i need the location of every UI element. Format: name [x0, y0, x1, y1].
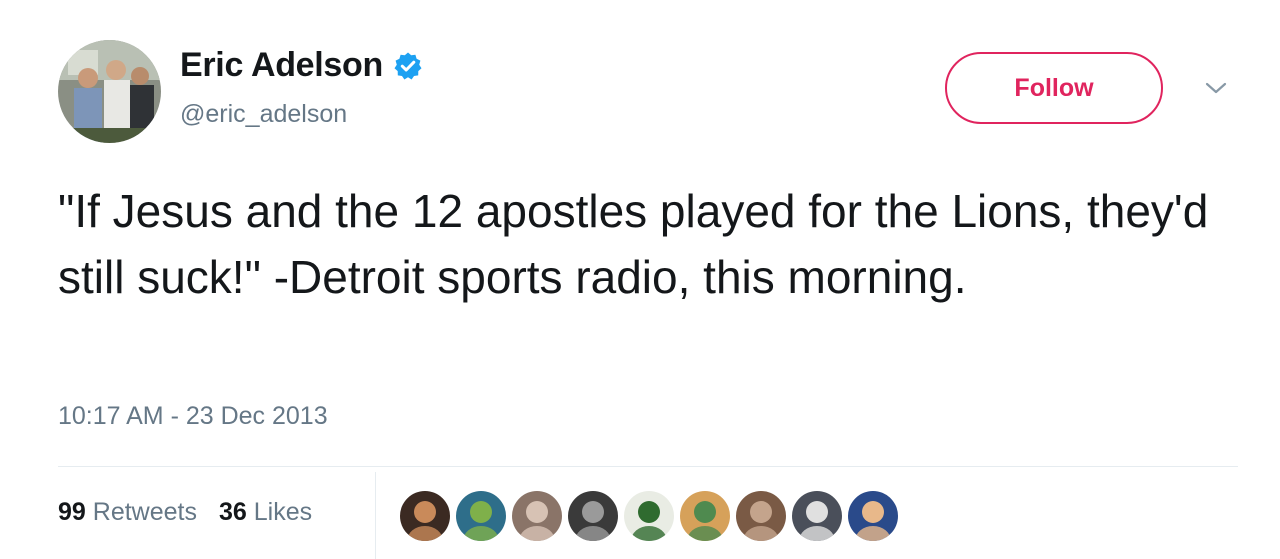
- chevron-down-icon[interactable]: [1204, 80, 1228, 96]
- liker-avatar-1[interactable]: [400, 491, 450, 541]
- tweet-stats: 99 Retweets 36 Likes: [58, 498, 312, 527]
- retweets-label: Retweets: [92, 498, 197, 526]
- liker-avatars: [400, 488, 904, 544]
- liker-avatar-4[interactable]: [568, 491, 618, 541]
- liker-avatar-2[interactable]: [456, 491, 506, 541]
- liker-avatar-6[interactable]: [680, 491, 730, 541]
- stats-separator: [375, 472, 376, 559]
- profile-photo-icon[interactable]: [58, 40, 161, 143]
- display-name-text: Eric Adelson: [180, 46, 383, 84]
- likes-label: Likes: [253, 498, 313, 526]
- verified-badge-icon: [393, 51, 423, 81]
- tweet-timestamp[interactable]: 10:17 AM - 23 Dec 2013: [58, 402, 328, 431]
- divider: [58, 466, 1238, 467]
- user-handle[interactable]: @eric_adelson: [180, 100, 347, 129]
- likes-count: 36: [218, 498, 247, 526]
- display-name[interactable]: Eric Adelson: [180, 46, 423, 85]
- tweet-text: "If Jesus and the 12 apostles played for…: [58, 185, 1209, 303]
- retweets-count: 99: [58, 498, 86, 526]
- tweet-card: Eric Adelson @eric_adelson Follow "If Je…: [0, 0, 1280, 559]
- liker-avatar-9[interactable]: [848, 491, 898, 541]
- likes-stat[interactable]: 36 Likes: [219, 498, 312, 527]
- liker-avatar-7[interactable]: [736, 491, 786, 541]
- liker-avatar-5[interactable]: [624, 491, 674, 541]
- retweets-stat[interactable]: 99 Retweets: [58, 498, 197, 527]
- follow-button[interactable]: Follow: [945, 52, 1163, 124]
- liker-avatar-8[interactable]: [792, 491, 842, 541]
- liker-avatar-3[interactable]: [512, 491, 562, 541]
